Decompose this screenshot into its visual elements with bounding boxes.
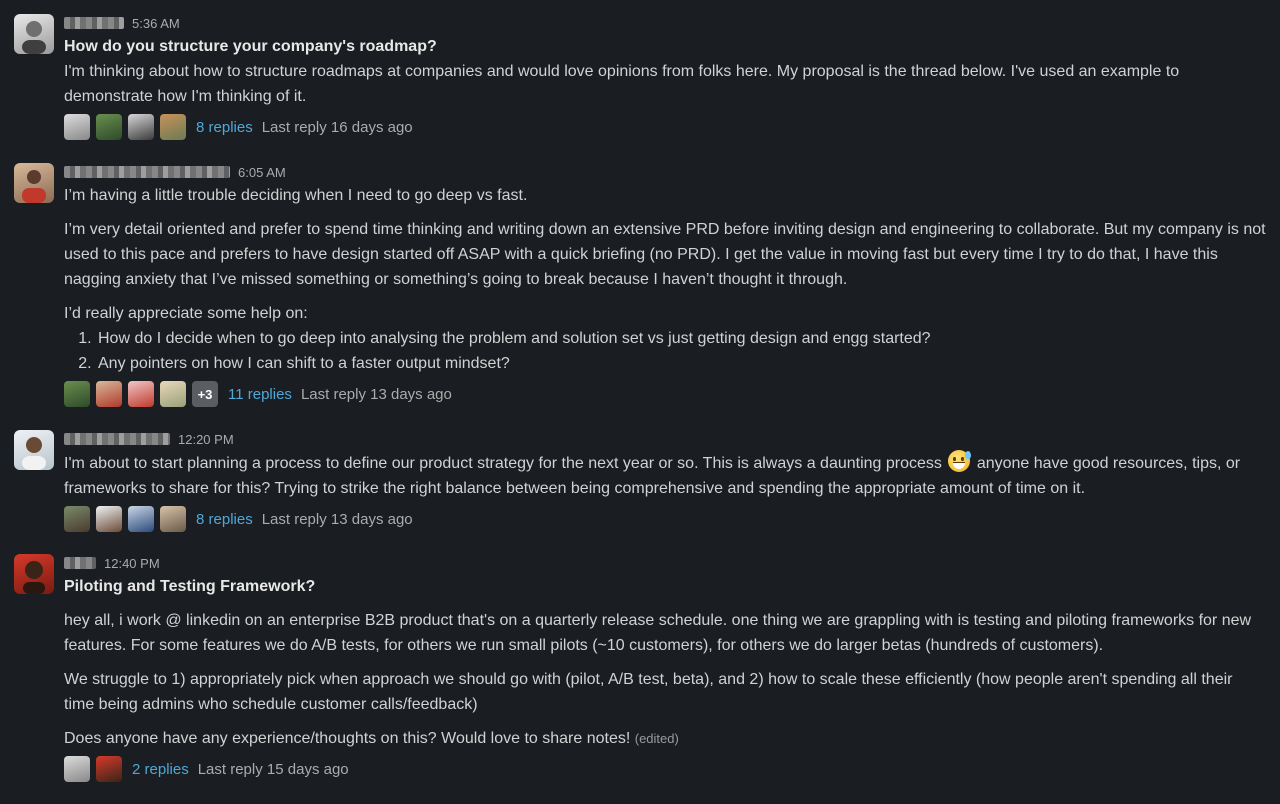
thread-replies-bar[interactable]: +3 11 replies Last reply 13 days ago [64, 380, 1266, 408]
more-avatars-badge: +3 [192, 381, 218, 407]
message-paragraph: Does anyone have any experience/thoughts… [64, 726, 1266, 751]
reply-avatar [160, 506, 186, 532]
last-reply-text: Last reply 15 days ago [197, 760, 349, 778]
reply-avatar [128, 381, 154, 407]
message-title: Piloting and Testing Framework? [64, 578, 316, 595]
last-reply-text: Last reply 13 days ago [300, 385, 452, 403]
sweat-smile-emoji-icon [948, 450, 972, 472]
message-body: I'm about to start planning a process to… [64, 450, 1266, 501]
timestamp[interactable]: 6:05 AM [238, 165, 286, 180]
message-list: How do I decide when to go deep into ana… [64, 326, 1266, 376]
reply-avatar [128, 506, 154, 532]
avatar[interactable] [14, 14, 54, 54]
reply-avatar [96, 506, 122, 532]
author-name-blurred[interactable] [64, 17, 124, 29]
message-title: How do you structure your company's road… [64, 38, 437, 55]
avatar[interactable] [14, 163, 54, 203]
last-reply-text: Last reply 16 days ago [261, 118, 413, 136]
last-reply-text: Last reply 13 days ago [261, 510, 413, 528]
thread-replies-bar[interactable]: 2 replies Last reply 15 days ago [64, 755, 1266, 783]
reply-avatar [96, 114, 122, 140]
message-line: I’m having a little trouble deciding whe… [64, 187, 528, 204]
message-header: 12:20 PM [64, 428, 1266, 450]
list-item: Any pointers on how I can shift to a fas… [96, 351, 1266, 376]
author-name-blurred[interactable] [64, 433, 170, 445]
edited-label: (edited) [634, 731, 679, 746]
thread-replies-bar[interactable]: 8 replies Last reply 16 days ago [64, 113, 1266, 141]
message-header: 6:05 AM [64, 161, 1266, 183]
reply-avatar [96, 756, 122, 782]
reply-avatar [160, 114, 186, 140]
message-body: I'm thinking about how to structure road… [64, 63, 1180, 105]
avatar[interactable] [14, 554, 54, 594]
reply-avatar [160, 381, 186, 407]
thread-replies-bar[interactable]: 8 replies Last reply 13 days ago [64, 505, 1266, 533]
reply-avatar [96, 381, 122, 407]
message-paragraph: hey all, i work @ linkedin on an enterpr… [64, 612, 1252, 654]
reply-avatar [64, 756, 90, 782]
message-paragraph: I’m very detail oriented and prefer to s… [64, 221, 1266, 288]
author-name-blurred[interactable] [64, 166, 230, 178]
message-header: 12:40 PM [64, 552, 1266, 574]
message-paragraph: We struggle to 1) appropriately pick whe… [64, 671, 1233, 713]
reply-count-link[interactable]: 11 replies [228, 386, 292, 403]
message-paragraph: I’d really appreciate some help on: [64, 305, 308, 322]
reply-avatar [64, 381, 90, 407]
reply-avatar [64, 114, 90, 140]
list-item: How do I decide when to go deep into ana… [96, 326, 1266, 351]
author-name-blurred[interactable] [64, 557, 96, 569]
timestamp[interactable]: 12:20 PM [178, 432, 234, 447]
message-header: 5:36 AM [64, 12, 1266, 34]
message-text: Does anyone have any experience/thoughts… [64, 730, 631, 747]
reply-count-link[interactable]: 2 replies [132, 761, 189, 778]
reply-count-link[interactable]: 8 replies [196, 119, 253, 136]
reply-avatar [64, 506, 90, 532]
avatar[interactable] [14, 430, 54, 470]
timestamp[interactable]: 12:40 PM [104, 556, 160, 571]
reply-count-link[interactable]: 8 replies [196, 511, 253, 528]
message-text: I'm about to start planning a process to… [64, 455, 942, 472]
timestamp[interactable]: 5:36 AM [132, 16, 180, 31]
reply-avatar [128, 114, 154, 140]
